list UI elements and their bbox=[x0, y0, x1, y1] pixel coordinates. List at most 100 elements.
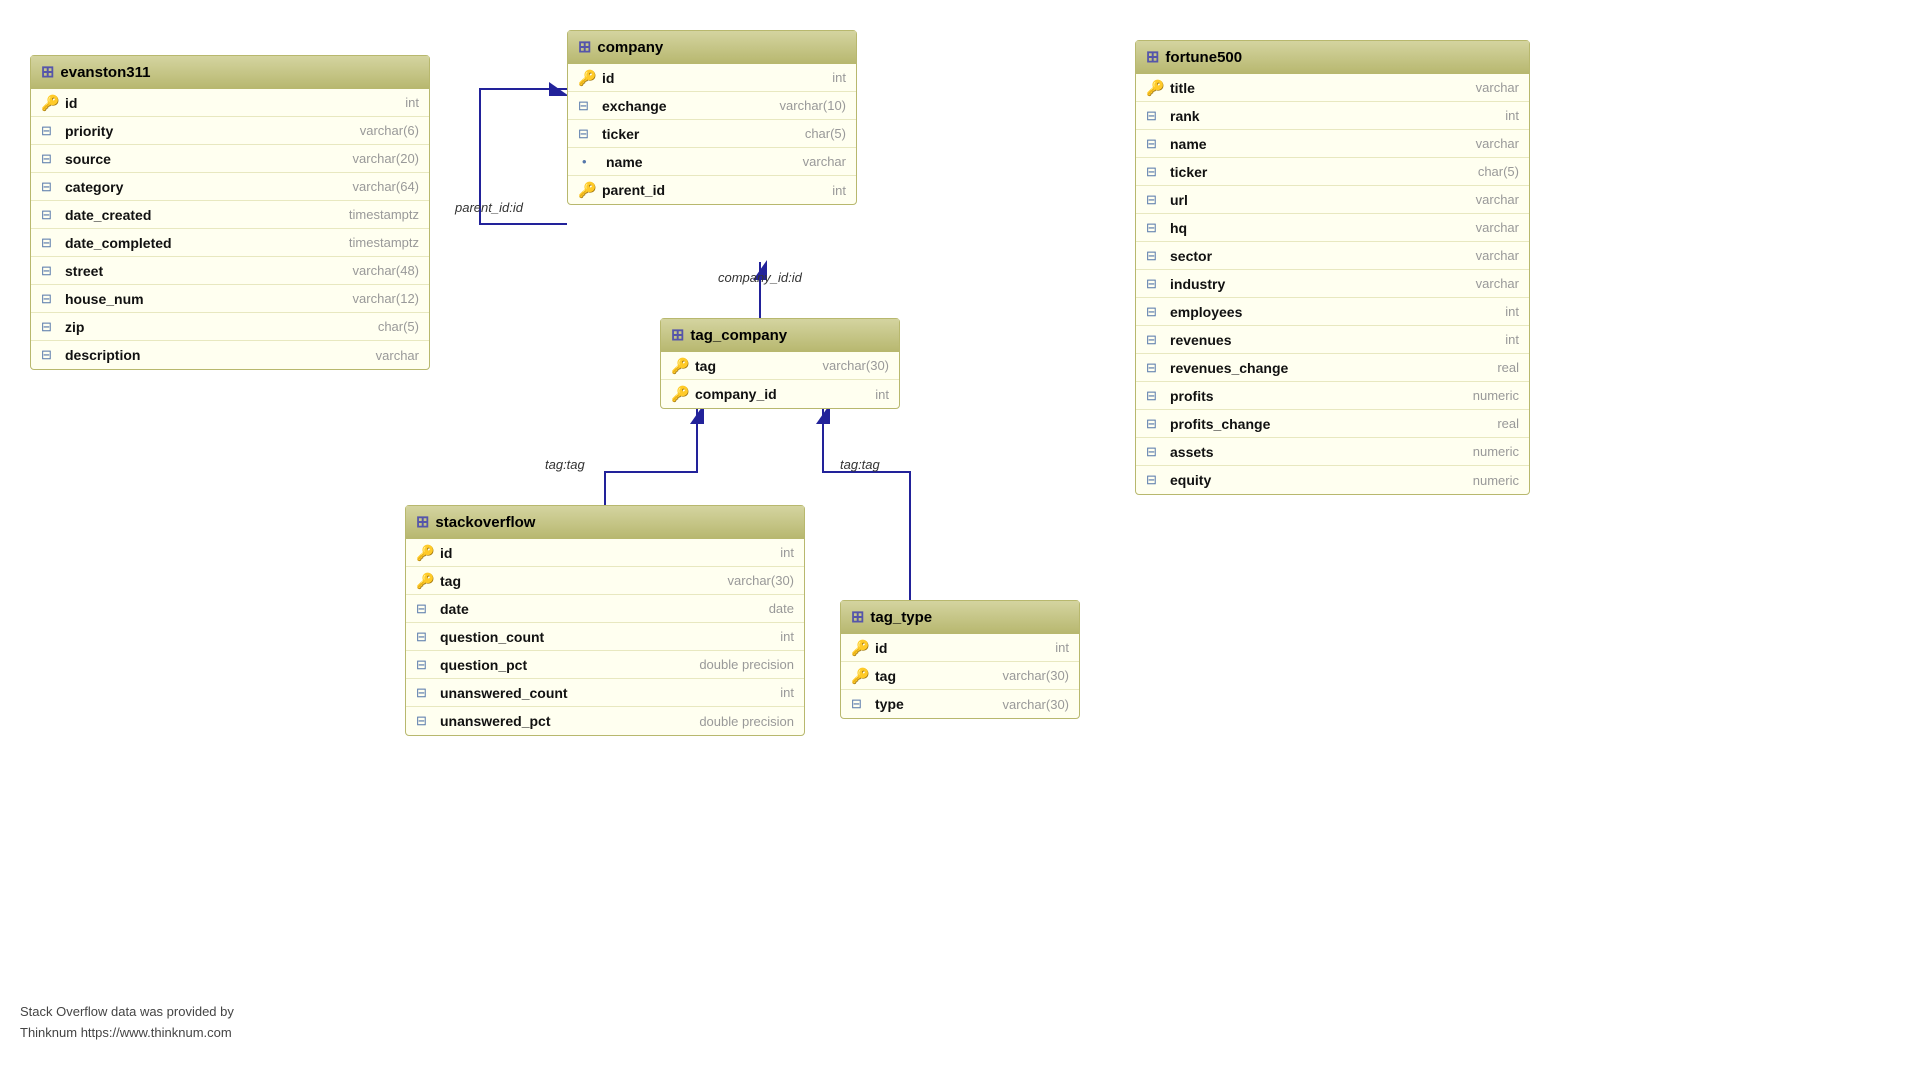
field-fortune500-equity: ⊟ equity numeric bbox=[1136, 466, 1529, 494]
field-fortune500-assets: ⊟ assets numeric bbox=[1136, 438, 1529, 466]
field-evanston311-date_completed: ⊟ date_completed timestamptz bbox=[31, 229, 429, 257]
pk-fk-icon: 🔑 bbox=[578, 181, 596, 199]
table-icon-company: ⊞ bbox=[578, 37, 591, 57]
field-stackoverflow-question_count: ⊟ question_count int bbox=[406, 623, 804, 651]
field-icon: ⊟ bbox=[1146, 164, 1164, 180]
field-company-id: 🔑 id int bbox=[568, 64, 856, 92]
field-tag_type-tag: 🔑 tag varchar(30) bbox=[841, 662, 1079, 690]
field-icon: ⊟ bbox=[1146, 472, 1164, 488]
field-fortune500-hq: ⊟ hq varchar bbox=[1136, 214, 1529, 242]
field-evanston311-description: ⊟ description varchar bbox=[31, 341, 429, 369]
field-stackoverflow-date: ⊟ date date bbox=[406, 595, 804, 623]
field-icon: ⊟ bbox=[1146, 360, 1164, 376]
field-icon: ⊟ bbox=[578, 126, 596, 142]
field-stackoverflow-unanswered_count: ⊟ unanswered_count int bbox=[406, 679, 804, 707]
field-icon: ⊟ bbox=[416, 713, 434, 729]
pk-icon: 🔑 bbox=[416, 544, 434, 562]
table-header-fortune500: ⊞ fortune500 bbox=[1136, 41, 1529, 74]
tagtype-tagcompany-line bbox=[823, 406, 910, 600]
field-evanston311-house_num: ⊟ house_num varchar(12) bbox=[31, 285, 429, 313]
field-icon: ⊟ bbox=[416, 685, 434, 701]
field-company-exchange: ⊟ exchange varchar(10) bbox=[568, 92, 856, 120]
relation-label-companyid: company_id:id bbox=[718, 270, 802, 285]
table-header-company: ⊞ company bbox=[568, 31, 856, 64]
pk-icon: 🔑 bbox=[578, 69, 596, 87]
pk-icon: 🔑 bbox=[851, 667, 869, 685]
pk-icon: 🔑 bbox=[851, 639, 869, 657]
field-company-name: • name varchar bbox=[568, 148, 856, 176]
field-fortune500-title: 🔑 title varchar bbox=[1136, 74, 1529, 102]
field-icon: ⊟ bbox=[1146, 332, 1164, 348]
table-fortune500: ⊞ fortune500 🔑 title varchar ⊟ rank int … bbox=[1135, 40, 1530, 495]
field-fortune500-rank: ⊟ rank int bbox=[1136, 102, 1529, 130]
field-fortune500-sector: ⊟ sector varchar bbox=[1136, 242, 1529, 270]
table-icon-tag_type: ⊞ bbox=[851, 607, 864, 627]
field-icon: ⊟ bbox=[416, 657, 434, 673]
field-fortune500-url: ⊟ url varchar bbox=[1136, 186, 1529, 214]
field-icon: ⊟ bbox=[41, 123, 59, 139]
field-icon: ⊟ bbox=[41, 179, 59, 195]
field-evanston311-street: ⊟ street varchar(48) bbox=[31, 257, 429, 285]
field-icon: ⊟ bbox=[41, 151, 59, 167]
field-stackoverflow-id: 🔑 id int bbox=[406, 539, 804, 567]
field-icon: ⊟ bbox=[1146, 108, 1164, 124]
field-icon: ⊟ bbox=[1146, 276, 1164, 292]
table-header-tag_type: ⊞ tag_type bbox=[841, 601, 1079, 634]
table-icon-tag_company: ⊞ bbox=[671, 325, 684, 345]
field-evanston311-priority: ⊟ priority varchar(6) bbox=[31, 117, 429, 145]
field-icon: ⊟ bbox=[1146, 192, 1164, 208]
field-company-ticker: ⊟ ticker char(5) bbox=[568, 120, 856, 148]
so-tagcompany-line bbox=[605, 406, 697, 505]
field-icon: ⊟ bbox=[1146, 136, 1164, 152]
field-icon: ⊟ bbox=[1146, 304, 1164, 320]
field-stackoverflow-question_pct: ⊟ question_pct double precision bbox=[406, 651, 804, 679]
field-icon: ⊟ bbox=[578, 98, 596, 114]
field-icon: ⊟ bbox=[1146, 220, 1164, 236]
table-name-tag_type: tag_type bbox=[870, 609, 932, 626]
field-fortune500-name: ⊟ name varchar bbox=[1136, 130, 1529, 158]
table-name-stackoverflow: stackoverflow bbox=[435, 514, 535, 531]
footnote-line1: Stack Overflow data was provided by bbox=[20, 1002, 234, 1023]
fk-icon: 🔑 bbox=[416, 572, 434, 590]
field-tag_type-type: ⊟ type varchar(30) bbox=[841, 690, 1079, 718]
field-icon: ⊟ bbox=[41, 207, 59, 223]
field-icon: ⊟ bbox=[1146, 444, 1164, 460]
field-icon: ⊟ bbox=[41, 235, 59, 251]
field-evanston311-id: 🔑 id int bbox=[31, 89, 429, 117]
table-header-tag_company: ⊞ tag_company bbox=[661, 319, 899, 352]
field-icon: ⊟ bbox=[1146, 388, 1164, 404]
field-icon: ⊟ bbox=[416, 629, 434, 645]
table-tag_company: ⊞ tag_company 🔑 tag varchar(30) 🔑 compan… bbox=[660, 318, 900, 409]
field-tag_company-tag: 🔑 tag varchar(30) bbox=[661, 352, 899, 380]
table-header-stackoverflow: ⊞ stackoverflow bbox=[406, 506, 804, 539]
field-icon: ⊟ bbox=[1146, 248, 1164, 264]
field-icon: ⊟ bbox=[416, 601, 434, 617]
field-evanston311-zip: ⊟ zip char(5) bbox=[31, 313, 429, 341]
relation-label-tagtag1: tag:tag bbox=[545, 457, 585, 472]
field-evanston311-date_created: ⊟ date_created timestamptz bbox=[31, 201, 429, 229]
table-icon-stackoverflow: ⊞ bbox=[416, 512, 429, 532]
pk-icon: 🔑 bbox=[671, 357, 689, 375]
table-evanston311: ⊞ evanston311 🔑 id int ⊟ priority varcha… bbox=[30, 55, 430, 370]
table-name-tag_company: tag_company bbox=[690, 327, 787, 344]
field-fortune500-profits_change: ⊟ profits_change real bbox=[1136, 410, 1529, 438]
field-stackoverflow-unanswered_pct: ⊟ unanswered_pct double precision bbox=[406, 707, 804, 735]
pk-icon: 🔑 bbox=[671, 385, 689, 403]
table-icon-fortune500: ⊞ bbox=[1146, 47, 1159, 67]
field-icon: ⊟ bbox=[41, 263, 59, 279]
field-fortune500-employees: ⊟ employees int bbox=[1136, 298, 1529, 326]
field-fortune500-revenues_change: ⊟ revenues_change real bbox=[1136, 354, 1529, 382]
field-icon: ⊟ bbox=[1146, 416, 1164, 432]
table-name-fortune500: fortune500 bbox=[1165, 49, 1242, 66]
field-icon: ⊟ bbox=[41, 319, 59, 335]
table-name-evanston311: evanston311 bbox=[60, 64, 150, 81]
field-company-parent_id: 🔑 parent_id int bbox=[568, 176, 856, 204]
field-tag_company-company_id: 🔑 company_id int bbox=[661, 380, 899, 408]
table-tag_type: ⊞ tag_type 🔑 id int 🔑 tag varchar(30) ⊟ … bbox=[840, 600, 1080, 719]
field-icon: ⊟ bbox=[851, 696, 869, 712]
field-evanston311-category: ⊟ category varchar(64) bbox=[31, 173, 429, 201]
field-fortune500-revenues: ⊟ revenues int bbox=[1136, 326, 1529, 354]
relation-label-parentid: parent_id:id bbox=[455, 200, 523, 215]
field-fortune500-profits: ⊟ profits numeric bbox=[1136, 382, 1529, 410]
table-name-company: company bbox=[597, 39, 663, 56]
